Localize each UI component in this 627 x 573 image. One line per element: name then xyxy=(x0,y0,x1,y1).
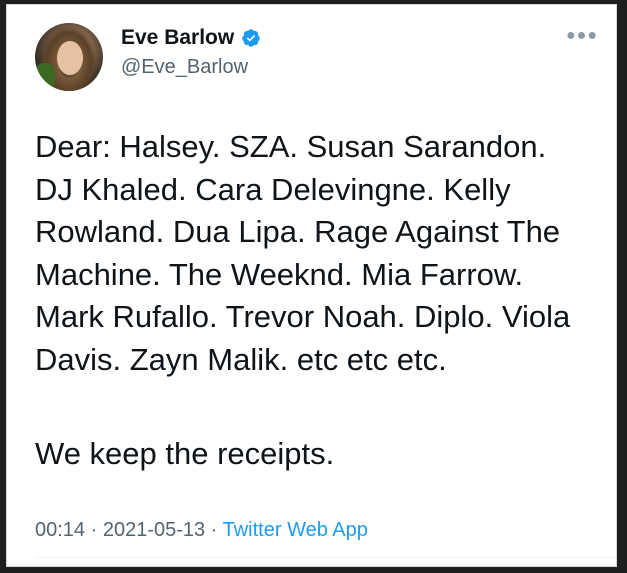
tweet-text: Dear: Halsey. SZA. Susan Sarandon. DJ Kh… xyxy=(35,129,571,377)
avatar[interactable] xyxy=(35,23,103,91)
tweet-time[interactable]: 00:14 xyxy=(35,519,85,541)
tweet-source-app[interactable]: Twitter Web App xyxy=(223,519,368,541)
tweet-date[interactable]: 2021-05-13 xyxy=(103,519,205,541)
meta-separator: · xyxy=(90,519,98,541)
author-handle[interactable]: @Eve_Barlow xyxy=(121,54,248,80)
more-options-icon[interactable]: ●●● xyxy=(566,28,598,44)
tweet-meta: 00:14 · 2021-05-13 · Twitter Web App xyxy=(35,517,368,543)
meta-separator: · xyxy=(210,519,218,541)
author-name-row[interactable]: Eve Barlow xyxy=(121,25,261,51)
verified-badge-icon xyxy=(241,28,261,48)
author-display-name[interactable]: Eve Barlow xyxy=(121,25,234,51)
tweet-card: Eve Barlow @Eve_Barlow ●●● Dear: Halsey.… xyxy=(6,4,617,567)
tweet-text-second-paragraph: We keep the receipts. xyxy=(35,436,335,471)
divider xyxy=(35,557,616,558)
